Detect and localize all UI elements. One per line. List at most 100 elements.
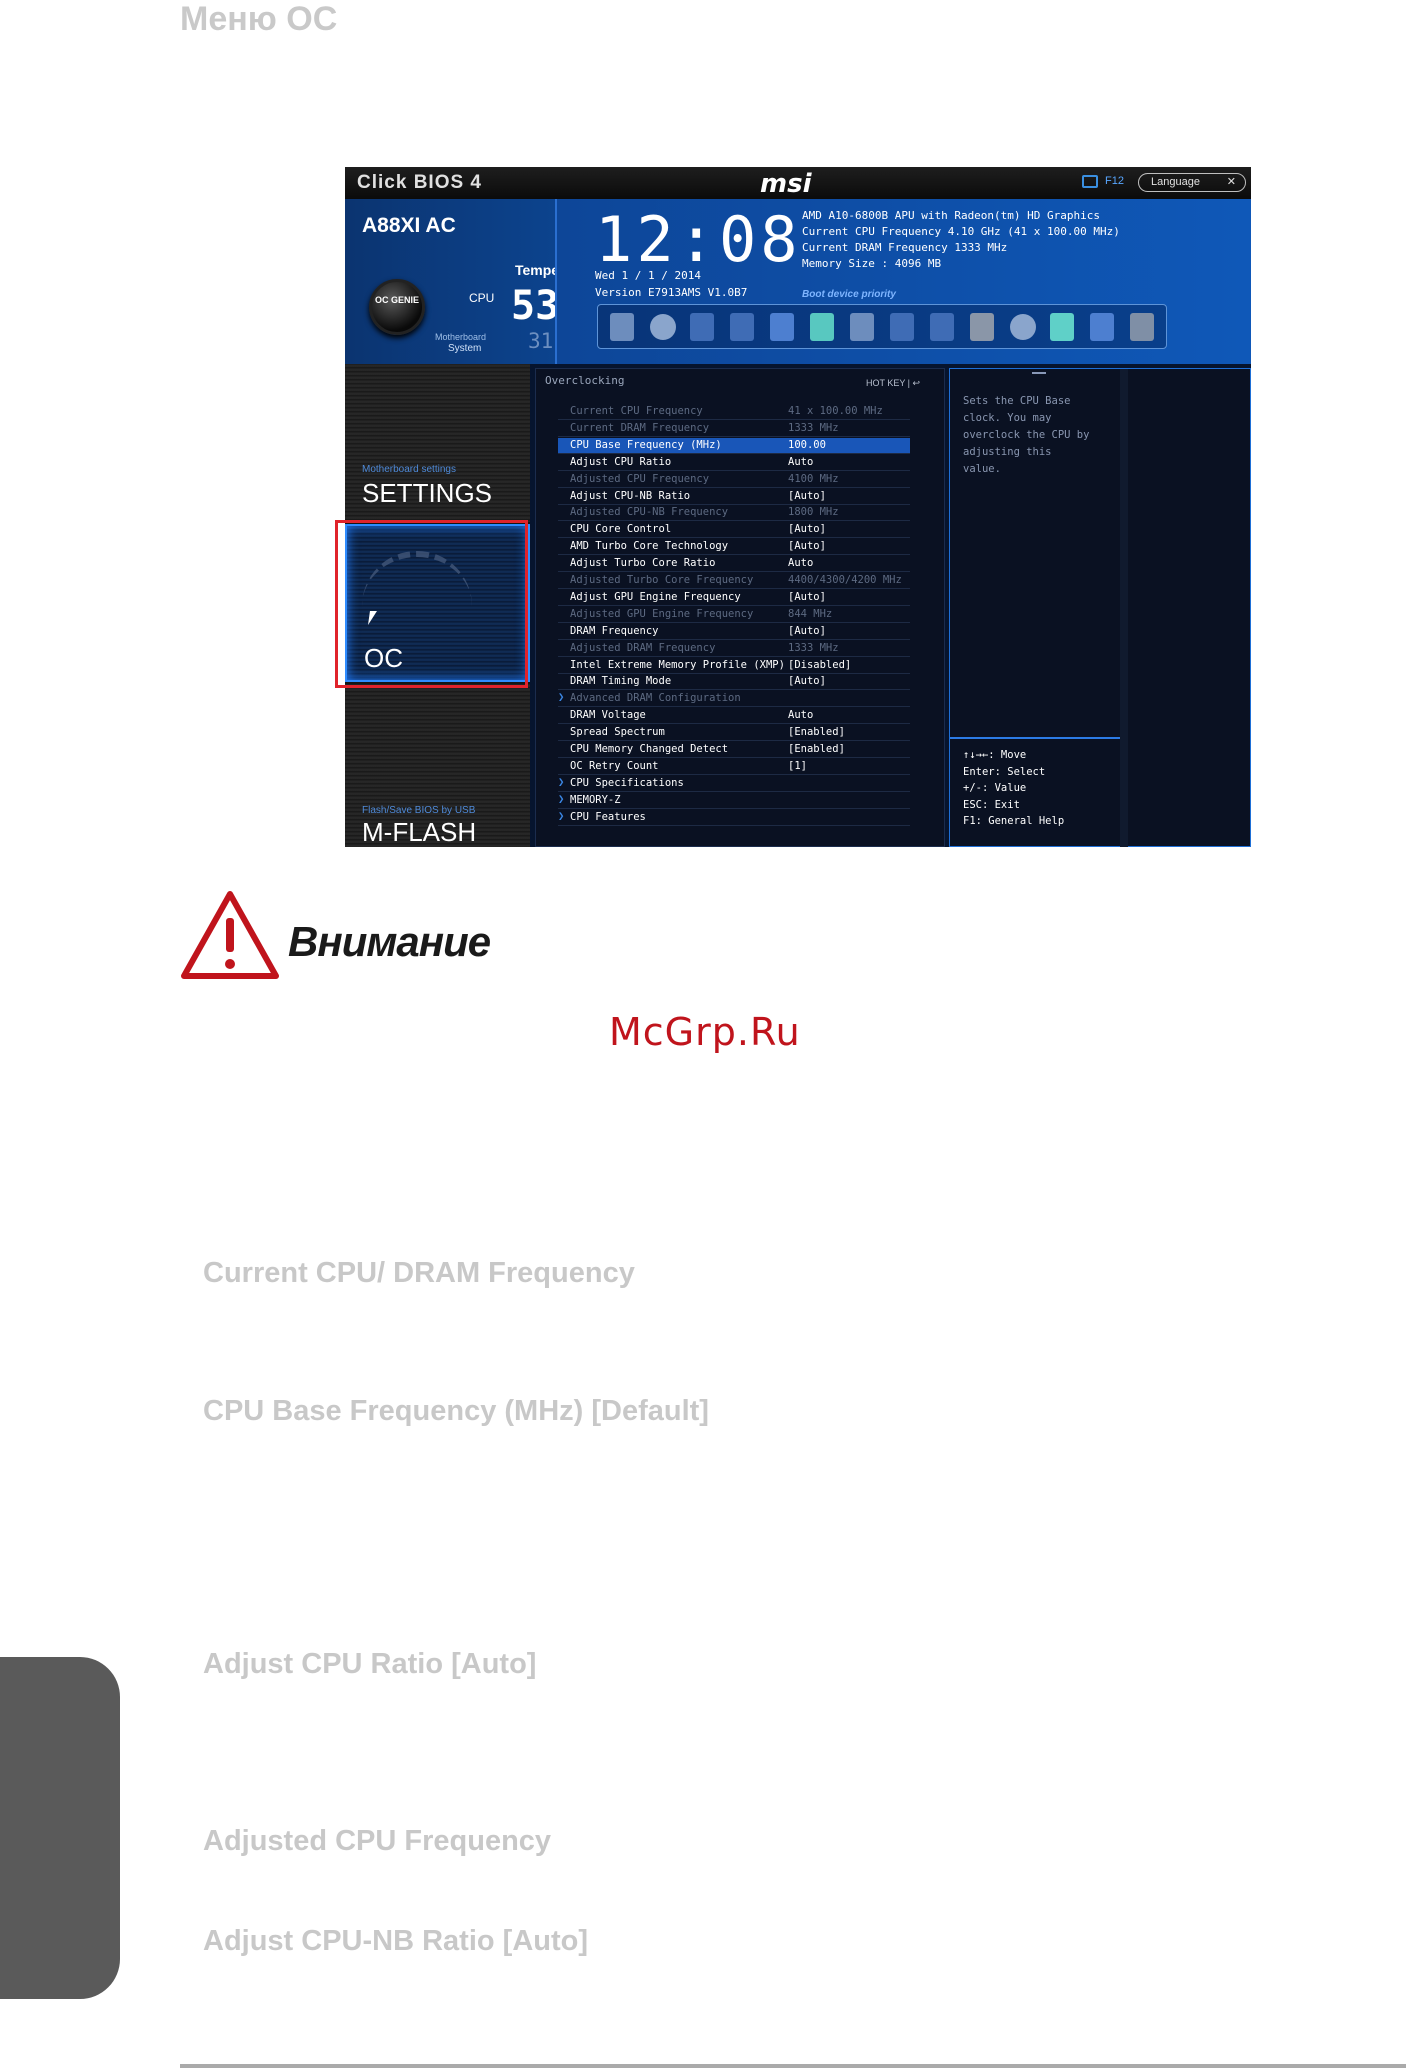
setting-row: Current CPU Frequency 41 x 100.00 MHz	[558, 404, 910, 420]
watermark: McGrp.Ru	[609, 1010, 801, 1054]
key-exit: ESC: Exit	[963, 798, 1020, 811]
setting-row[interactable]: ❯ CPU Specifications	[558, 776, 910, 792]
disc-boot-icon[interactable]	[1010, 314, 1036, 340]
chevron-right-icon: ❯	[558, 691, 565, 704]
setting-value: 1333 MHz	[788, 421, 839, 434]
setting-label: Current DRAM Frequency	[570, 421, 710, 434]
setting-value: [Auto]	[788, 489, 826, 502]
system-temp-value: 31	[528, 329, 554, 353]
bios-screenshot: Click BIOS 4 msi F12 Language ✕ A88XI AC…	[345, 167, 1251, 847]
hdd-boot-icon[interactable]	[970, 313, 994, 341]
setting-label: DRAM Voltage	[570, 709, 646, 722]
cpu-model: AMD A10-6800B APU with Radeon(tm) HD Gra…	[802, 209, 1101, 222]
boot-device-bar[interactable]	[597, 304, 1167, 349]
usb-boot-icon[interactable]	[690, 313, 714, 341]
setting-label: MEMORY-Z	[570, 793, 621, 806]
setting-value: 41 x 100.00 MHz	[788, 405, 883, 417]
key-value: +/-: Value	[963, 782, 1027, 794]
setting-row[interactable]: ❯ CPU Features	[558, 810, 910, 826]
clock-panel: 12:08 Wed 1 / 1 / 2014 Version E7913AMS …	[555, 199, 1251, 364]
usb-boot-icon[interactable]	[890, 313, 914, 341]
language-button[interactable]: Language ✕	[1138, 173, 1246, 192]
setting-value: 1333 MHz	[788, 641, 839, 654]
help-text: Sets the CPU Base clock. You may overclo…	[963, 395, 1090, 475]
setting-row: Current DRAM Frequency 1333 MHz	[558, 421, 910, 437]
setting-label: Adjust CPU Ratio	[570, 455, 672, 468]
date: Wed 1 / 1 / 2014	[595, 269, 701, 282]
setting-row[interactable]: AMD Turbo Core Technology [Auto]	[558, 539, 910, 556]
setting-row[interactable]: Adjust GPU Engine Frequency [Auto]	[558, 590, 910, 606]
setting-value: [Auto]	[788, 675, 826, 688]
scroll-up-icon[interactable]	[1032, 372, 1046, 374]
close-icon[interactable]: ✕	[1227, 174, 1236, 191]
help-divider	[950, 737, 1120, 739]
help-panel: Sets the CPU Base clock. You may overclo…	[949, 368, 1251, 847]
usb-stick-boot-icon[interactable]	[1050, 313, 1074, 341]
chevron-right-icon: ❯	[558, 792, 565, 805]
setting-row[interactable]: DRAM Timing Mode [Auto]	[558, 674, 910, 691]
nav-m-flash[interactable]: Flash/Save BIOS by USB M-FLASH	[345, 684, 530, 847]
nav-settings-label: SETTINGS	[362, 478, 493, 508]
key-help: F1: General Help	[963, 815, 1065, 827]
section-adjust-cpu-ratio: Adjust CPU Ratio [Auto]	[203, 1648, 537, 1680]
setting-row[interactable]: CPU Core Control [Auto]	[558, 522, 910, 539]
setting-row[interactable]: DRAM Voltage Auto	[558, 708, 910, 725]
oc-genie-label: OC GENIE	[374, 295, 419, 305]
hdd-u-boot-icon[interactable]	[610, 313, 634, 341]
setting-value: [Auto]	[788, 590, 826, 603]
setting-row[interactable]: Adjust Turbo Core Ratio Auto	[558, 556, 910, 573]
usb-boot-icon[interactable]	[930, 313, 954, 341]
setting-row[interactable]: Adjust CPU-NB Ratio [Auto]	[558, 489, 910, 505]
floppy-boot-icon[interactable]	[1130, 313, 1154, 341]
setting-row[interactable]: Spread Spectrum [Enabled]	[558, 725, 910, 742]
setting-row: Adjusted Turbo Core Frequency 4400/4300/4…	[558, 573, 910, 589]
page-title: Меню OC	[180, 0, 338, 38]
setting-row[interactable]: Adjust CPU Ratio Auto	[558, 455, 910, 471]
setting-label: OC Retry Count	[570, 759, 659, 772]
setting-row[interactable]: CPU Memory Changed Detect [Enabled]	[558, 742, 910, 758]
setting-value: 844 MHz	[788, 607, 833, 620]
setting-label: Adjusted CPU-NB Frequency	[570, 506, 729, 519]
oc-genie-button[interactable]: OC GENIE	[369, 279, 425, 335]
disc-boot-icon[interactable]	[650, 314, 676, 340]
hdd-u-boot-icon[interactable]	[850, 313, 874, 341]
language-button-label: Language	[1151, 176, 1200, 188]
setting-row[interactable]: ❯ MEMORY-Z	[558, 793, 910, 809]
chevron-right-icon: ❯	[558, 809, 565, 822]
nav-m-flash-sub: Flash/Save BIOS by USB	[362, 805, 476, 816]
setting-label: Adjusted CPU Frequency	[570, 472, 710, 485]
cpu-temp-label: CPU	[469, 291, 495, 305]
usb-u-boot-icon[interactable]	[770, 313, 794, 341]
dram-frequency-info: Current DRAM Frequency 1333 MHz	[802, 241, 1008, 254]
footer-line	[180, 2064, 1406, 2068]
setting-row[interactable]: Intel Extreme Memory Profile (XMP) [Disab…	[558, 658, 910, 674]
usb-boot-icon[interactable]	[730, 313, 754, 341]
bios-top-bar: Click BIOS 4 msi F12 Language ✕	[345, 167, 1251, 199]
setting-label: AMD Turbo Core Technology	[570, 540, 729, 553]
side-tab	[0, 1657, 120, 1999]
bios-name: Click BIOS 4	[357, 172, 482, 193]
screenshot-icon[interactable]	[1082, 175, 1098, 188]
setting-row[interactable]: DRAM Frequency [Auto]	[558, 624, 910, 640]
panel-title: Overclocking	[545, 374, 625, 387]
hotkey-button[interactable]: HOT KEY | ↩	[866, 378, 920, 389]
help-scrollbar[interactable]	[1120, 369, 1128, 847]
usb-stick-u-boot-icon[interactable]	[810, 313, 834, 341]
setting-label: Spread Spectrum	[570, 726, 665, 739]
setting-label: Adjusted GPU Engine Frequency	[570, 607, 754, 620]
setting-value: 4400/4300/4200 MHz	[788, 574, 902, 586]
setting-value: [Enabled]	[788, 743, 845, 755]
setting-value: Auto	[788, 557, 814, 570]
bios-version: Version E7913AMS V1.0B7	[595, 286, 748, 299]
setting-row[interactable]: CPU Base Frequency (MHz) 100.00	[558, 437, 910, 454]
usb-u-boot-icon[interactable]	[1090, 313, 1114, 341]
setting-label: CPU Core Control	[570, 523, 672, 536]
nav-settings[interactable]: Motherboard settings SETTINGS	[345, 364, 530, 522]
system-temp-label: System	[448, 343, 482, 354]
section-adjusted-cpu-frequency: Adjusted CPU Frequency	[203, 1825, 552, 1857]
section-adjust-cpu-nb-ratio: Adjust CPU-NB Ratio [Auto]	[203, 1925, 589, 1957]
nav-settings-sub: Motherboard settings	[362, 464, 456, 475]
section-current-frequency: Current CPU/ DRAM Frequency	[203, 1257, 635, 1289]
f12-label[interactable]: F12	[1105, 175, 1124, 187]
setting-row[interactable]: OC Retry Count [1]	[558, 759, 910, 775]
